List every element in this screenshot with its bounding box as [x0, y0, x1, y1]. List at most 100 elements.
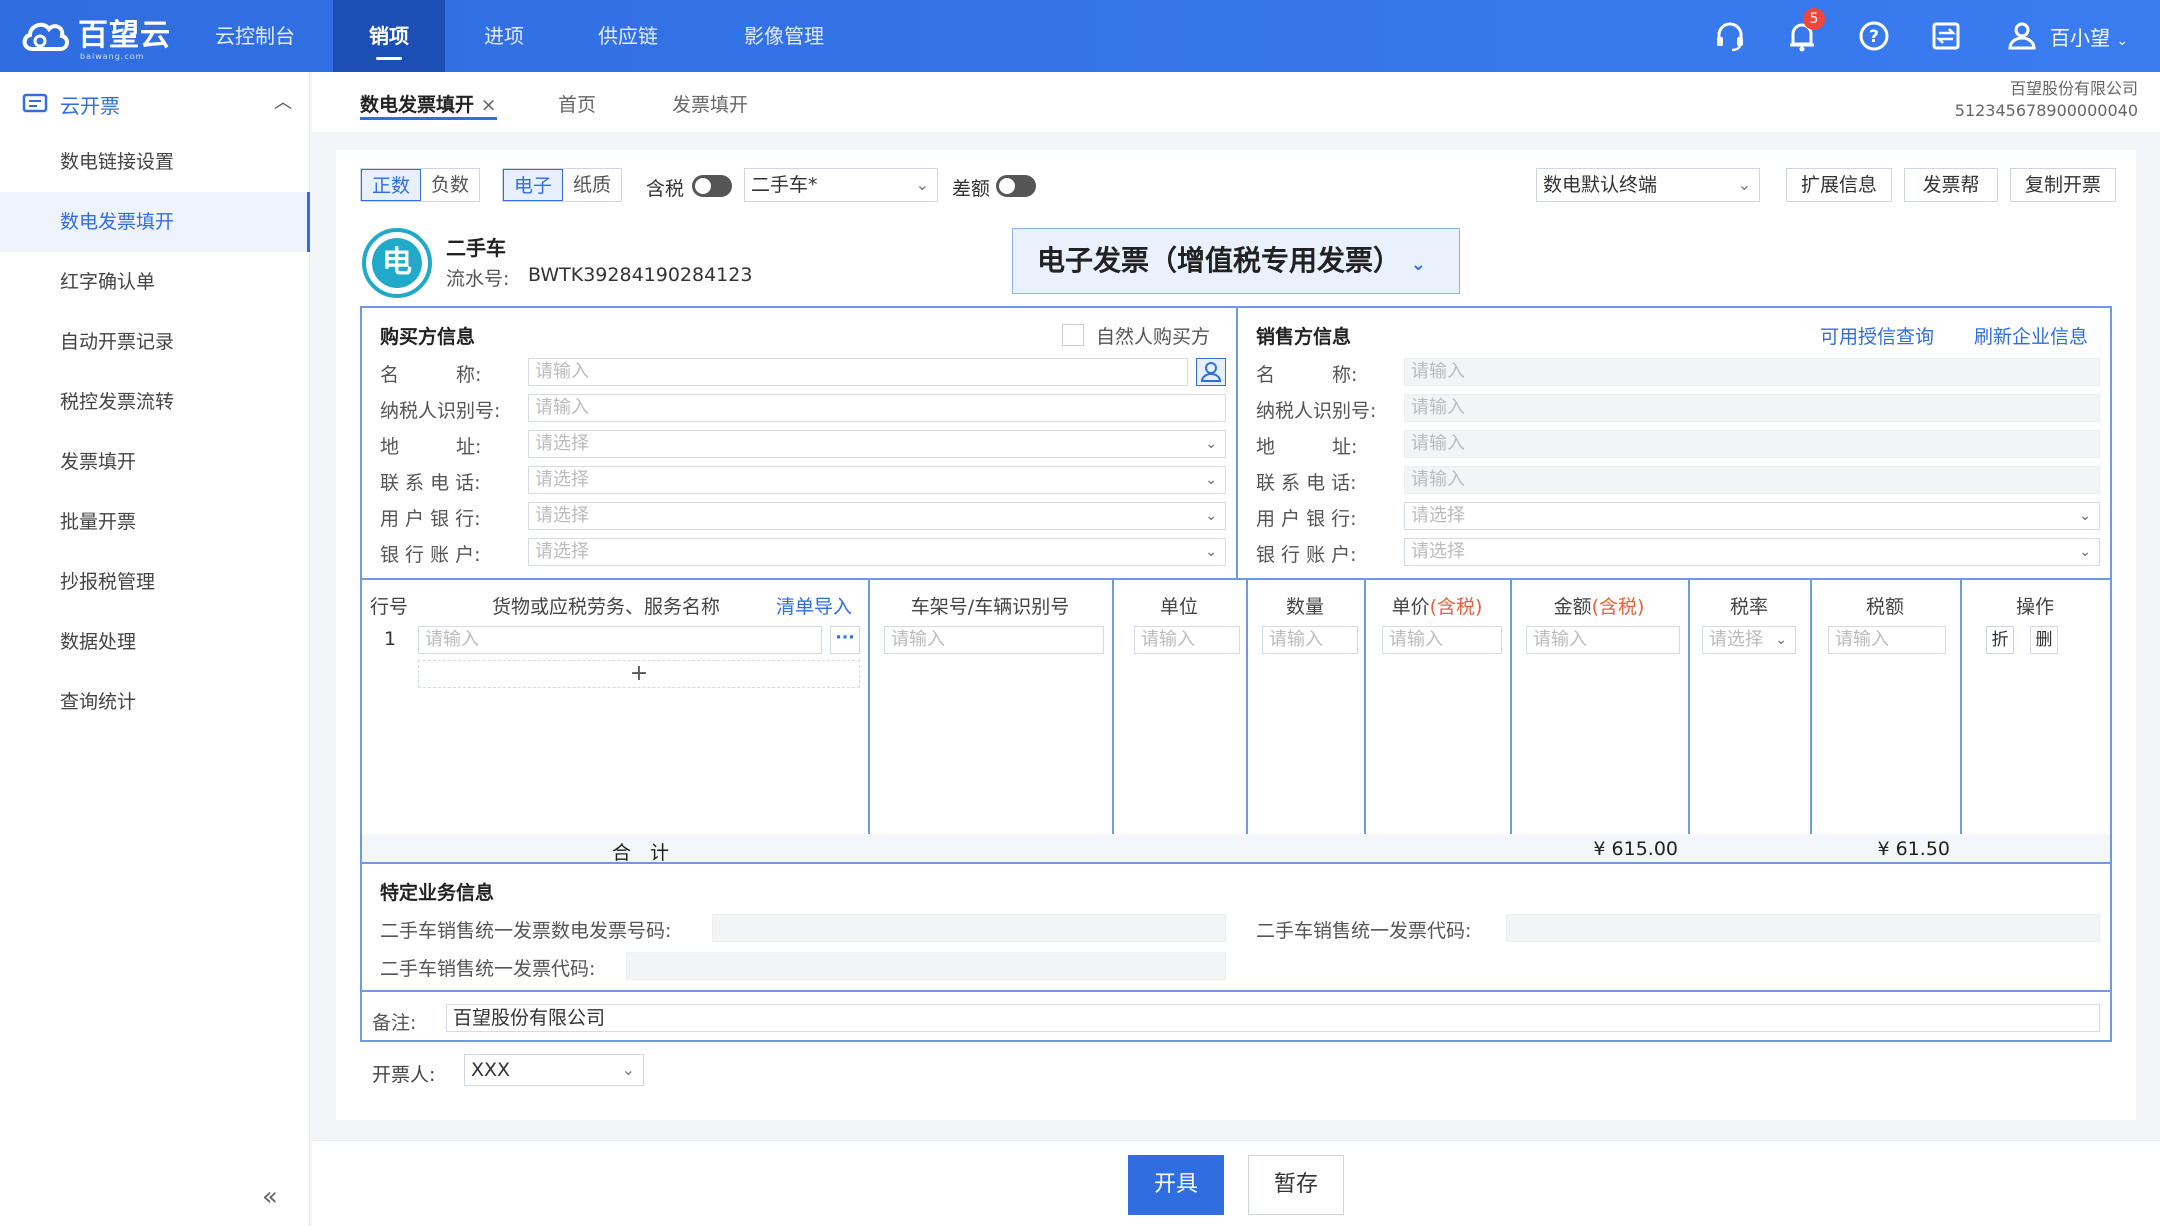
chevron-down-icon: ⌄	[2116, 33, 2129, 49]
seller-bank-select[interactable]: 请选择 ⌄	[1404, 502, 2100, 530]
user-icon[interactable]	[2002, 16, 2042, 56]
sidebar-item-red-confirm[interactable]: 红字确认单	[0, 252, 310, 312]
category-value: 二手车*	[751, 174, 818, 196]
buyer-phone-select[interactable]: 请选择 ⌄	[528, 466, 1226, 494]
special-number-input[interactable]	[712, 914, 1226, 942]
diff-toggle[interactable]	[996, 175, 1036, 197]
invoice-title-text: 电子发票（增值税专用发票）	[1037, 244, 1402, 277]
invoice-help-button[interactable]: 发票帮	[1904, 168, 1998, 202]
tax-rate-select[interactable]: 请选择 ⌄	[1702, 626, 1796, 654]
invoice-category-select[interactable]: 二手车* ⌄	[744, 168, 938, 202]
collapse-sidebar-icon[interactable]: «	[262, 1182, 278, 1212]
discount-button[interactable]: 折	[1986, 626, 2014, 654]
buyer-taxid-input[interactable]: 请输入	[528, 394, 1226, 422]
buyer-lookup-button[interactable]	[1196, 358, 1226, 386]
import-list-link[interactable]: 清单导入	[776, 592, 852, 619]
positive-option[interactable]: 正数	[361, 169, 422, 201]
terminal-select[interactable]: 数电默认终端 ⌄	[1536, 168, 1760, 202]
buyer-phone-label: 联 系 电 话:	[380, 472, 481, 494]
col-divider	[1960, 578, 1962, 864]
amount-input[interactable]: 请输入	[1526, 626, 1680, 654]
seller-bank-label: 用 户 银 行:	[1256, 508, 1357, 530]
sidebar-group-header[interactable]: 云开票 ︿	[22, 90, 292, 120]
seller-account-select[interactable]: 请选择 ⌄	[1404, 538, 2100, 566]
buyer-bank-select[interactable]: 请选择 ⌄	[528, 502, 1226, 530]
nav-input[interactable]: 进项	[456, 0, 552, 72]
nav-supply-chain[interactable]: 供应链	[576, 0, 680, 72]
natural-person-checkbox[interactable]	[1062, 324, 1084, 346]
sidebar-item-invoice-fill[interactable]: 发票填开	[0, 432, 310, 492]
special-code2-input[interactable]	[626, 952, 1226, 980]
issue-invoice-button[interactable]: 开具	[1128, 1155, 1224, 1215]
page-tabs: 数电发票填开 × 首页 发票填开 百望股份有限公司 51234567890000…	[312, 72, 2160, 132]
tax-included-toggle[interactable]	[692, 175, 732, 197]
copy-invoice-button[interactable]: 复制开票	[2010, 168, 2116, 202]
unit-input[interactable]: 请输入	[1134, 626, 1240, 654]
tax-amount-input[interactable]: 请输入	[1828, 626, 1946, 654]
sidebar-item-data-processing[interactable]: 数据处理	[0, 612, 310, 672]
buyer-address-select[interactable]: 请选择 ⌄	[528, 430, 1226, 458]
company-tax-id: 512345678900000040	[1954, 101, 2138, 120]
remark-label: 备注:	[372, 1012, 417, 1034]
headset-icon[interactable]	[1710, 16, 1750, 56]
delete-row-button[interactable]: 删	[2030, 626, 2058, 654]
issuer-select[interactable]: XXX ⌄	[464, 1054, 644, 1086]
negative-option[interactable]: 负数	[421, 169, 479, 201]
placeholder-text: 请选择	[1411, 541, 1465, 562]
paper-option[interactable]: 纸质	[563, 169, 621, 201]
remark-input[interactable]: 百望股份有限公司	[446, 1004, 2100, 1032]
add-row-button[interactable]: +	[418, 660, 860, 688]
nav-image-management[interactable]: 影像管理	[716, 0, 852, 72]
chevron-down-icon: ⌄	[2079, 544, 2091, 560]
diff-label: 差额	[952, 178, 991, 200]
sidebar-item-tax-filing[interactable]: 抄报税管理	[0, 552, 310, 612]
qty-input[interactable]: 请输入	[1262, 626, 1358, 654]
brand-name: 百望云	[78, 18, 171, 53]
credit-query-link[interactable]: 可用授信查询	[1820, 322, 1934, 349]
buyer-name-input[interactable]: 请输入	[528, 358, 1188, 386]
more-icon[interactable]: ···	[830, 626, 860, 654]
brand-logo[interactable]: 百望云 baiwang.com	[20, 14, 171, 61]
help-icon[interactable]: ?	[1854, 16, 1894, 56]
chevron-down-icon: ⌄	[2079, 508, 2091, 524]
electronic-option[interactable]: 电子	[503, 169, 564, 201]
nav-console[interactable]: 云控制台	[194, 0, 316, 72]
unit-price-input[interactable]: 请输入	[1382, 626, 1502, 654]
switch-icon[interactable]	[1926, 16, 1966, 56]
special-code-input[interactable]	[1506, 914, 2100, 942]
placeholder-text: 请选择	[535, 433, 589, 454]
tab-digital-invoice[interactable]: 数电发票填开 ×	[360, 90, 497, 120]
seller-account-label: 银 行 账 户:	[1256, 544, 1357, 566]
invoice-type-select[interactable]: 电子发票（增值税专用发票） ⌄	[1012, 228, 1460, 294]
svg-text:?: ?	[1869, 27, 1879, 47]
invoice-icon	[22, 93, 48, 113]
sidebar-item-batch-issue[interactable]: 批量开票	[0, 492, 310, 552]
seller-phone-label: 联 系 电 话:	[1256, 472, 1357, 494]
company-name: 百望股份有限公司	[2009, 79, 2138, 98]
buyer-account-select[interactable]: 请选择 ⌄	[528, 538, 1226, 566]
nav-sales[interactable]: 销项	[333, 0, 445, 72]
tab-home[interactable]: 首页	[558, 90, 596, 120]
sidebar-item-link-settings[interactable]: 数电链接设置	[0, 132, 310, 192]
col-divider	[1112, 578, 1114, 864]
placeholder-text: 请选择	[535, 541, 589, 562]
save-draft-button[interactable]: 暂存	[1248, 1155, 1344, 1215]
chevron-down-icon: ⌄	[915, 175, 929, 194]
sidebar-group-label: 云开票	[60, 94, 120, 118]
sidebar-item-tax-control-flow[interactable]: 税控发票流转	[0, 372, 310, 432]
tab-invoice-fill[interactable]: 发票填开	[672, 90, 748, 120]
col-divider	[1364, 578, 1366, 864]
vin-input[interactable]: 请输入	[884, 626, 1104, 654]
col-ops: 操作	[2015, 596, 2054, 618]
refresh-company-link[interactable]: 刷新企业信息	[1974, 322, 2088, 349]
sidebar-item-auto-records[interactable]: 自动开票记录	[0, 312, 310, 372]
tax-incl-mark: (含税)	[1429, 596, 1483, 618]
item-name-input[interactable]: 请输入	[418, 626, 822, 654]
serial-label: 流水号:	[446, 268, 510, 290]
close-icon[interactable]: ×	[481, 94, 497, 116]
extend-info-button[interactable]: 扩展信息	[1786, 168, 1892, 202]
sidebar-item-digital-invoice[interactable]: 数电发票填开	[0, 192, 310, 252]
user-name[interactable]: 百小望 ⌄	[2050, 22, 2128, 51]
sidebar-item-query-stats[interactable]: 查询统计	[0, 672, 310, 732]
buyer-taxid-label: 纳税人识别号:	[380, 400, 501, 422]
